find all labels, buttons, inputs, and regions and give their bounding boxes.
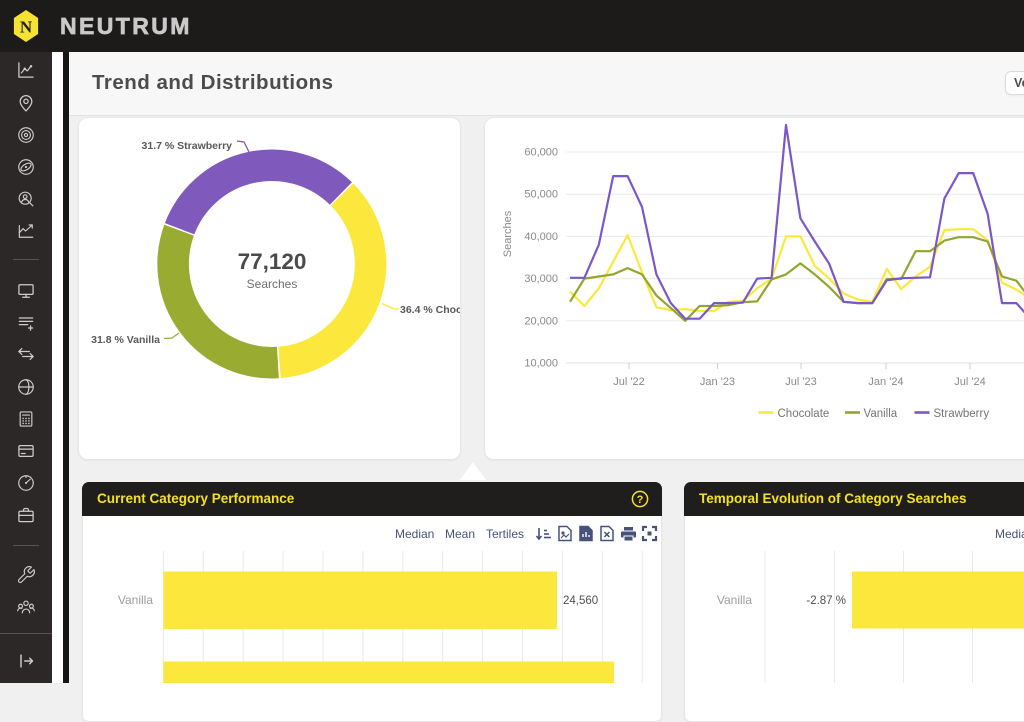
svg-text:N: N — [20, 18, 33, 37]
svg-text:10,000: 10,000 — [524, 358, 558, 370]
svg-text:77,120: 77,120 — [238, 249, 307, 274]
svg-text:Chocolate: Chocolate — [778, 408, 830, 420]
svg-text:Median: Median — [995, 527, 1024, 541]
svg-text:30,000: 30,000 — [524, 273, 558, 285]
svg-text:Mean: Mean — [445, 527, 475, 541]
svg-text:31.8 % Vanilla: 31.8 % Vanilla — [91, 334, 160, 346]
svg-text:Jan '24: Jan '24 — [868, 376, 903, 388]
svg-text:36.4 % Chocolate: 36.4 % Chocolate — [400, 304, 460, 316]
svg-text:50,000: 50,000 — [524, 189, 558, 201]
svg-text:Vanilla: Vanilla — [864, 408, 898, 420]
svg-text:Median: Median — [395, 527, 434, 541]
svg-text:?: ? — [637, 494, 644, 506]
svg-text:60,000: 60,000 — [524, 147, 558, 159]
svg-text:Jul '23: Jul '23 — [785, 376, 816, 388]
svg-text:Tertiles: Tertiles — [486, 527, 524, 541]
svg-text:Searches: Searches — [502, 210, 514, 257]
svg-text:24,560: 24,560 — [563, 595, 598, 607]
svg-text:Jul '24: Jul '24 — [954, 376, 985, 388]
svg-text:Vanilla: Vanilla — [118, 593, 153, 607]
svg-text:Vanilla: Vanilla — [717, 593, 752, 607]
svg-text:-2.87 %: -2.87 % — [806, 595, 846, 607]
svg-text:Jul '22: Jul '22 — [613, 376, 644, 388]
svg-text:Jan '23: Jan '23 — [700, 376, 735, 388]
svg-text:20,000: 20,000 — [524, 315, 558, 327]
svg-text:Searches: Searches — [247, 277, 298, 291]
svg-text:40,000: 40,000 — [524, 231, 558, 243]
svg-text:31.7 % Strawberry: 31.7 % Strawberry — [142, 140, 233, 152]
svg-text:Strawberry: Strawberry — [934, 408, 990, 420]
